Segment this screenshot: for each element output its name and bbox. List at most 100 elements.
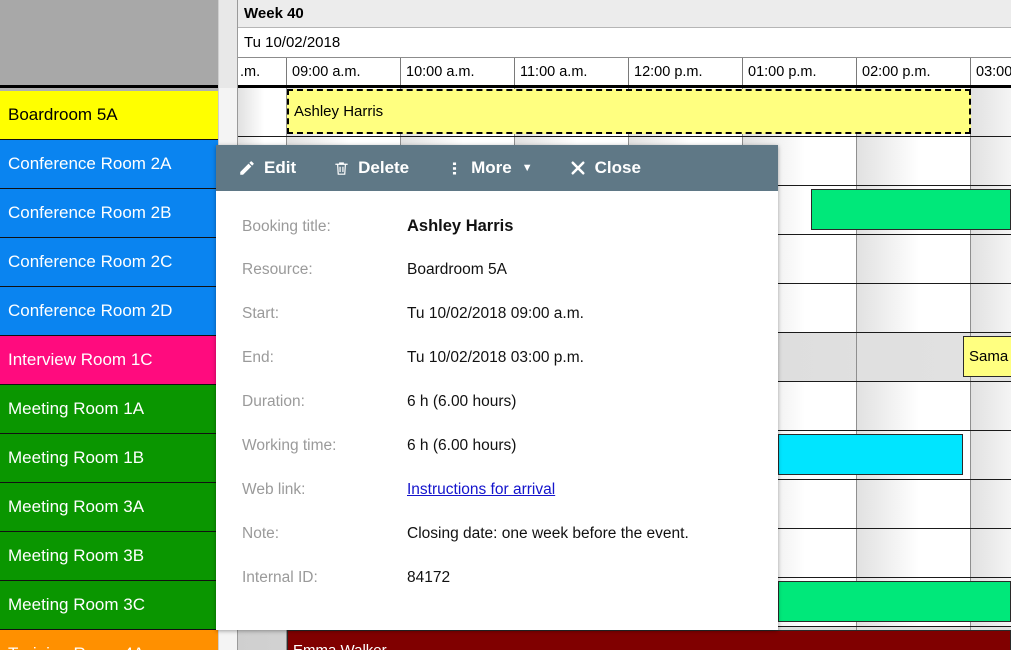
sidebar-item-room[interactable]: Meeting Room 3B (0, 532, 218, 581)
sidebar-item-label: Meeting Room 1B (8, 448, 145, 467)
calendar-cell[interactable] (857, 382, 971, 430)
popup-toolbar: Edit Delete More ▼ Close (216, 145, 778, 191)
booking-label: Sama (969, 348, 1009, 365)
sidebar-item-label: Conference Room 2D (8, 301, 173, 320)
sidebar-item-label: Interview Room 1C (8, 350, 153, 369)
detail-value: Closing date: one week before the event. (407, 525, 689, 542)
calendar-row[interactable]: Emma Walker (238, 627, 1011, 650)
detail-label: Web link: (242, 481, 306, 498)
more-button[interactable]: More ▼ (445, 152, 547, 184)
sidebar-header-corner (0, 0, 218, 88)
sidebar-item-label: Meeting Room 1A (8, 399, 145, 418)
detail-value: Ashley Harris (407, 217, 514, 235)
close-icon (569, 159, 587, 177)
booking-block[interactable]: Ashley Harris (287, 89, 971, 134)
sidebar-item-room[interactable]: Meeting Room 1B (0, 434, 218, 483)
sidebar-item-room[interactable]: Meeting Room 1A (0, 385, 218, 434)
calendar-cell[interactable] (857, 137, 971, 185)
time-header-row: .m. 09:00 a.m. 10:00 a.m. 11:00 a.m. 12:00 p… (238, 58, 1011, 88)
calendar-cell[interactable] (857, 284, 971, 332)
booking-block[interactable] (778, 434, 963, 475)
sidebar-item-room[interactable]: Training Room 4A (0, 630, 218, 650)
week-label: Week 40 (238, 0, 1011, 28)
sidebar-item-room[interactable]: Meeting Room 3A (0, 483, 218, 532)
pencil-icon (238, 159, 256, 177)
sidebar-item-room[interactable]: Conference Room 2A (0, 140, 218, 189)
sidebar-item-room[interactable]: Meeting Room 3C (0, 581, 218, 630)
more-label: More (471, 158, 512, 177)
resource-sidebar: Boardroom 5A Conference Room 2A Conference… (0, 0, 218, 650)
detail-row: Web link: Instructions for arrival (242, 481, 778, 525)
time-header-cell: 11:00 a.m. (515, 58, 629, 85)
calendar-cell[interactable] (857, 480, 971, 528)
sidebar-item-room[interactable]: Boardroom 5A (0, 91, 218, 140)
chevron-down-icon: ▼ (521, 162, 533, 174)
calendar-cell[interactable] (238, 88, 287, 136)
calendar-cell[interactable] (971, 235, 1011, 283)
web-link[interactable]: Instructions for arrival (407, 481, 555, 498)
calendar-cell[interactable] (971, 88, 1011, 136)
time-header-cell: .m. (238, 58, 287, 85)
detail-label: Internal ID: (242, 569, 318, 586)
booking-block[interactable] (811, 189, 1011, 230)
sidebar-item-label: Conference Room 2B (8, 203, 172, 222)
detail-row: Internal ID: 84172 (242, 569, 778, 613)
popup-details-body: Booking title: Ashley Harris Resource: Boar… (216, 191, 778, 613)
calendar-cell[interactable] (971, 529, 1011, 577)
calendar-cell[interactable] (857, 235, 971, 283)
calendar-cell[interactable] (971, 431, 1011, 479)
calendar-cell[interactable] (857, 333, 971, 381)
booking-block[interactable]: Sama (963, 336, 1011, 377)
sidebar-item-label: Meeting Room 3B (8, 546, 145, 565)
time-header-cell: 02:00 p.m. (857, 58, 971, 85)
detail-value[interactable]: Instructions for arrival (407, 481, 555, 499)
edit-button[interactable]: Edit (238, 152, 310, 184)
detail-row: Start: Tu 10/02/2018 09:00 a.m. (242, 305, 778, 349)
time-header-cell: 10:00 a.m. (401, 58, 515, 85)
detail-value: 84172 (407, 569, 451, 586)
sidebar-item-label: Meeting Room 3A (8, 497, 145, 516)
scroll-gutter (219, 0, 237, 88)
app-root: Boardroom 5A Conference Room 2A Conference… (0, 0, 1011, 650)
booking-block[interactable] (778, 581, 1011, 622)
sidebar-item-room[interactable]: Conference Room 2D (0, 287, 218, 336)
detail-row: Booking title: Ashley Harris (242, 217, 778, 261)
time-header-cell: 09:00 a.m. (287, 58, 401, 85)
calendar-cell[interactable] (238, 627, 287, 650)
detail-row: Resource: Boardroom 5A (242, 261, 778, 305)
calendar-cell[interactable] (971, 382, 1011, 430)
sidebar-item-label: Conference Room 2C (8, 252, 173, 271)
sidebar-item-room[interactable]: Conference Room 2B (0, 189, 218, 238)
booking-details-popup: Edit Delete More ▼ Close Booking title: … (216, 145, 778, 630)
sidebar-item-room[interactable]: Interview Room 1C (0, 336, 218, 385)
booking-label: Ashley Harris (294, 103, 384, 120)
detail-label: Booking title: (242, 218, 331, 235)
detail-value: 6 h (6.00 hours) (407, 393, 517, 410)
sidebar-item-room[interactable]: Conference Room 2C (0, 238, 218, 287)
calendar-cell[interactable] (971, 480, 1011, 528)
time-header-cell: 01:00 p.m. (743, 58, 857, 85)
detail-label: Duration: (242, 393, 305, 410)
sidebar-item-label: Boardroom 5A (8, 105, 118, 124)
time-header-cell: 03:00 (971, 58, 1011, 85)
booking-label: Emma Walker (293, 642, 387, 650)
calendar-row[interactable]: Ashley Harris (238, 88, 1011, 137)
calendar-cell[interactable] (971, 137, 1011, 185)
vertical-dots-icon (445, 159, 463, 177)
delete-label: Delete (358, 158, 410, 177)
detail-value: 6 h (6.00 hours) (407, 437, 517, 454)
detail-label: Note: (242, 525, 280, 542)
delete-button[interactable]: Delete (332, 152, 423, 184)
calendar-cell[interactable] (971, 284, 1011, 332)
booking-block[interactable]: Emma Walker (287, 630, 1011, 650)
detail-value: Boardroom 5A (407, 261, 507, 278)
detail-label: End: (242, 349, 274, 366)
date-label: Tu 10/02/2018 (238, 28, 1011, 58)
resource-list: Boardroom 5A Conference Room 2A Conference… (0, 91, 218, 650)
close-button[interactable]: Close (569, 152, 655, 184)
detail-label: Working time: (242, 437, 337, 454)
detail-value: Tu 10/02/2018 03:00 p.m. (407, 349, 584, 366)
sidebar-item-label: Training Room 4A (8, 644, 144, 650)
detail-row: Duration: 6 h (6.00 hours) (242, 393, 778, 437)
calendar-cell[interactable] (857, 529, 971, 577)
